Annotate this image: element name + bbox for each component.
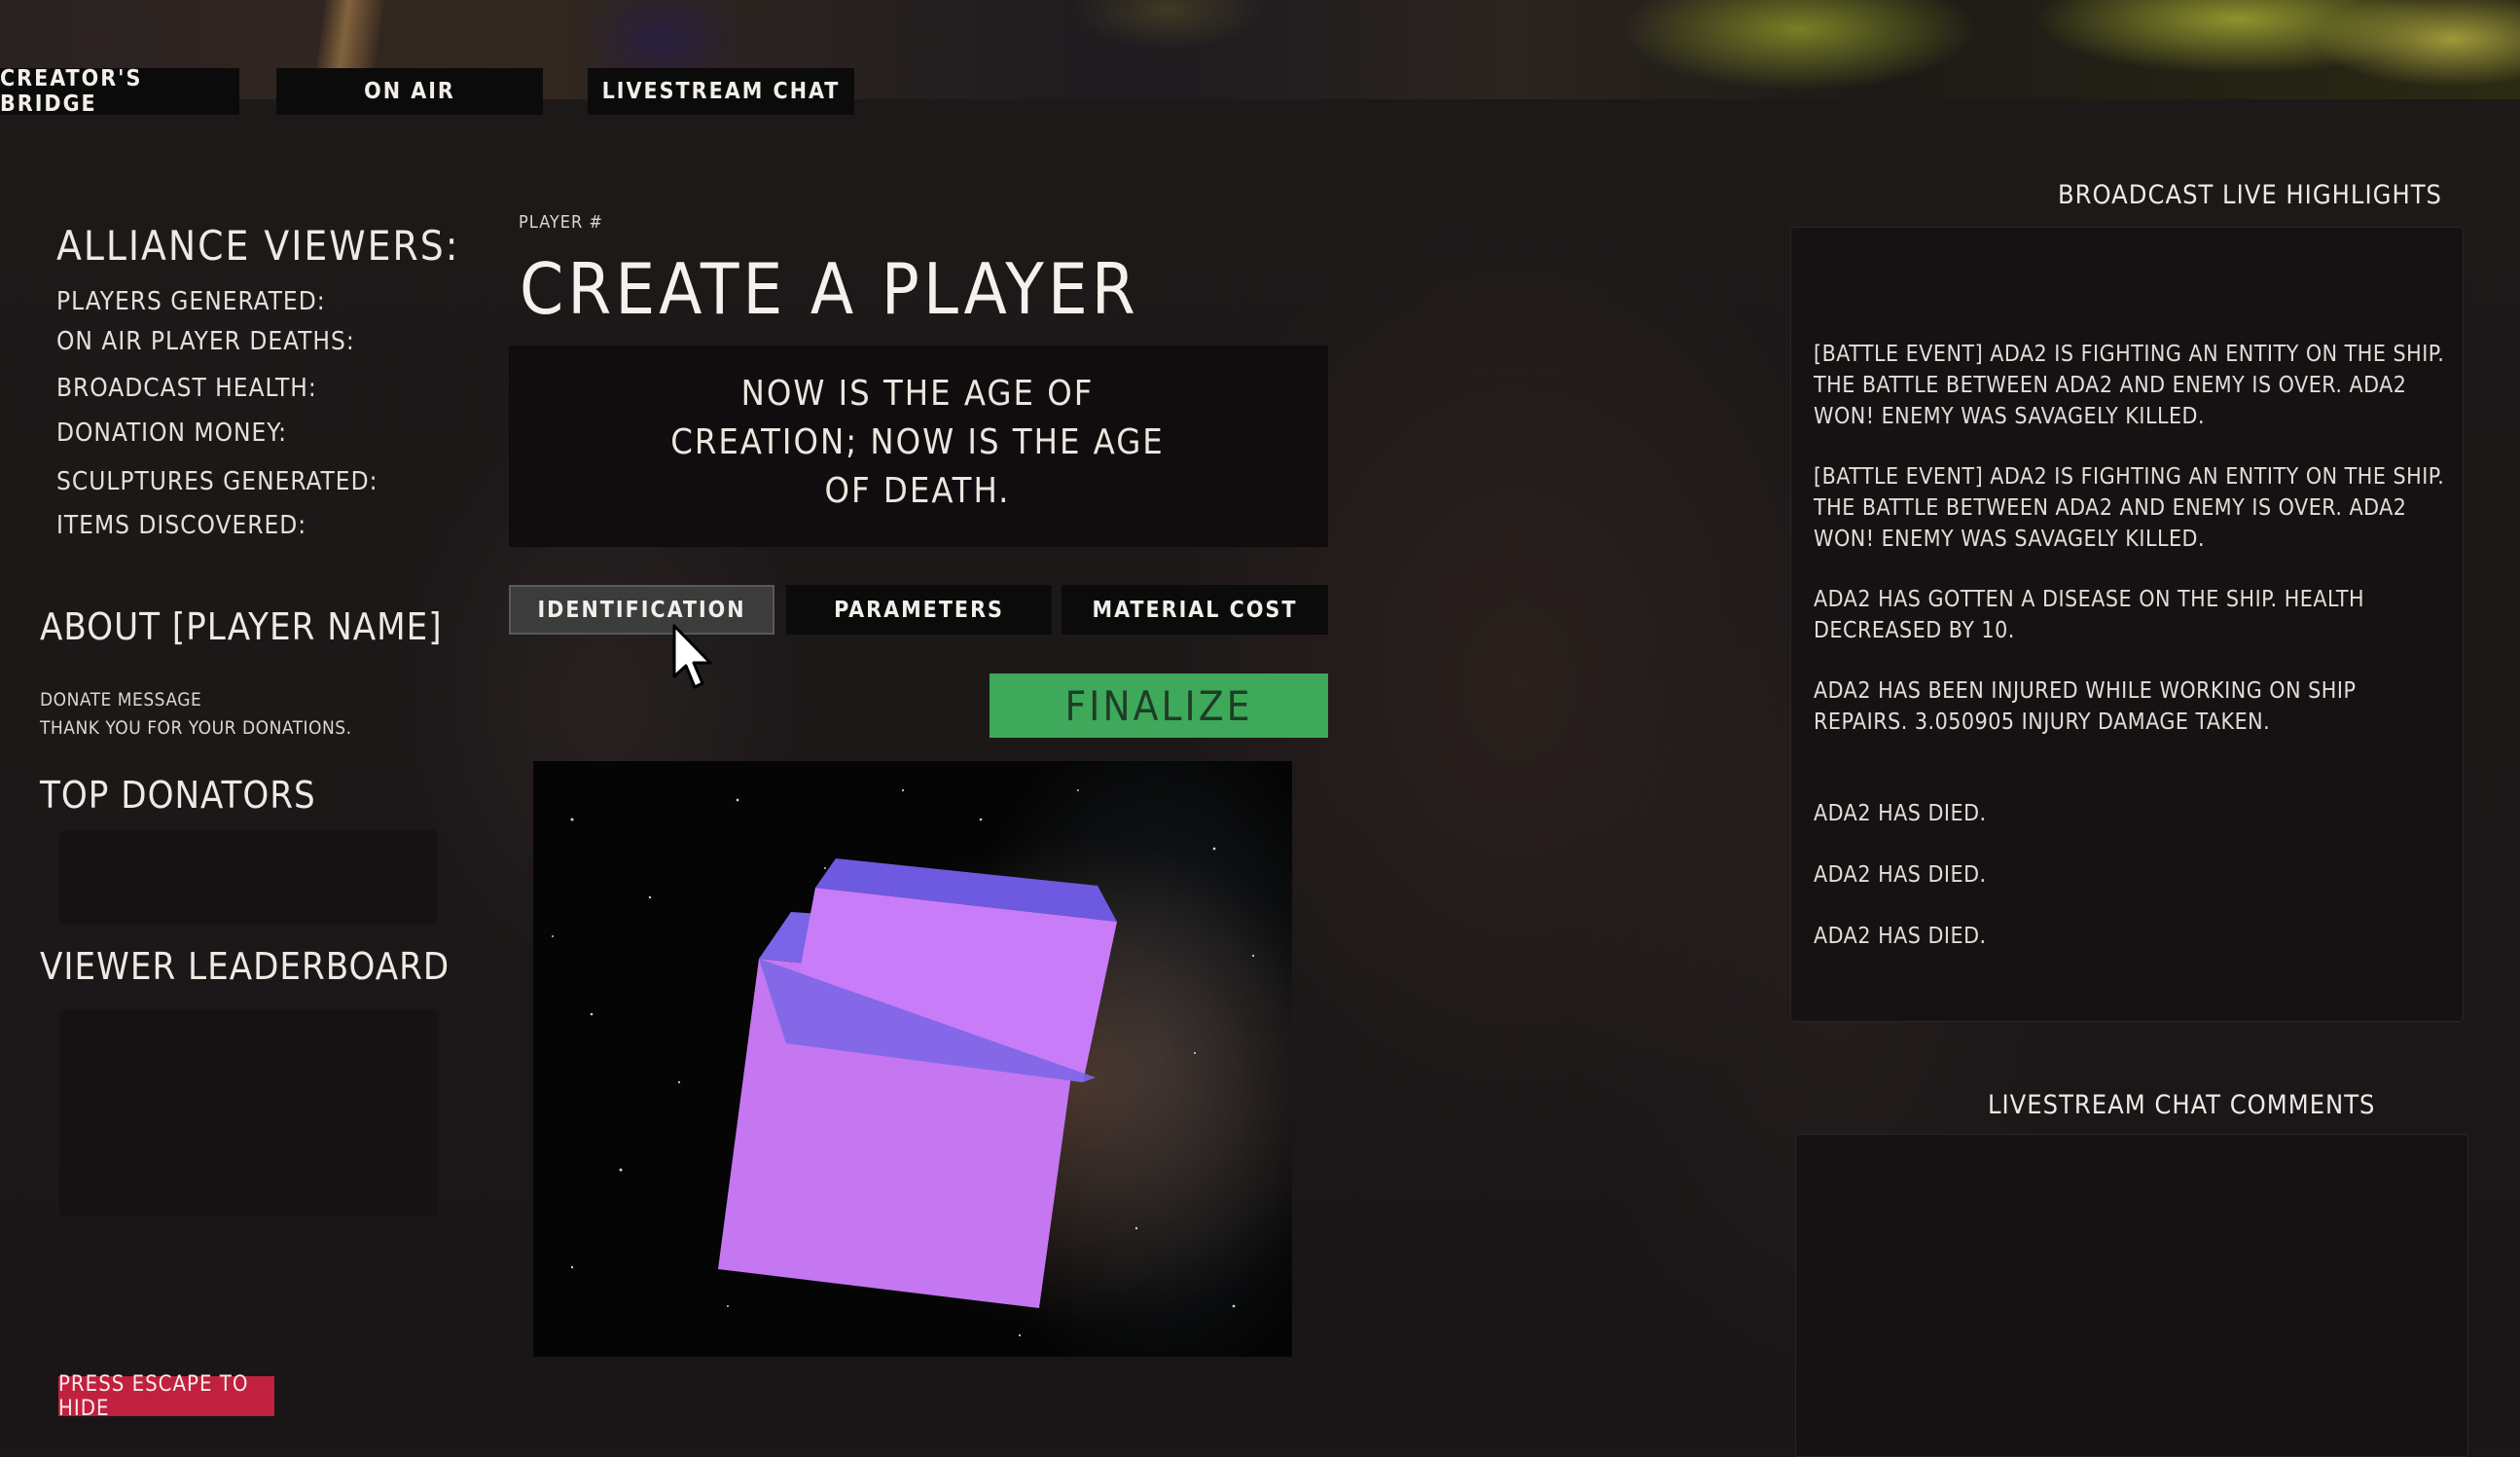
stat-sculptures-generated: SCULPTURES GENERATED: — [56, 467, 378, 496]
sculpture-cubes — [552, 788, 1255, 1337]
highlight-entry: ADA2 HAS GOTTEN A DISEASE ON THE SHIP. H… — [1814, 587, 2365, 643]
top-donators-title: TOP DONATORS — [40, 774, 316, 817]
stat-players-generated: PLAYERS GENERATED: — [56, 287, 326, 316]
highlights-panel[interactable]: [BATTLE EVENT] ADA2 IS FIGHTING AN ENTIT… — [1790, 227, 2464, 1022]
quote-text: NOW IS THE AGE OF CREATION; NOW IS THE A… — [670, 374, 1165, 511]
page-title: CREATE A PLAYER — [520, 248, 1139, 330]
highlight-entry: ADA2 HAS DIED. — [1814, 801, 1987, 826]
viewer-leaderboard-title: VIEWER LEADERBOARD — [40, 945, 450, 988]
tab-material-cost[interactable]: MATERIAL COST — [1062, 585, 1328, 635]
highlight-entry: ADA2 HAS BEEN INJURED WHILE WORKING ON S… — [1814, 678, 2357, 735]
highlight-entry: [BATTLE EVENT] ADA2 IS FIGHTING AN ENTIT… — [1814, 342, 2445, 429]
nav-tab-livestream-chat[interactable]: LIVESTREAM CHAT — [588, 68, 854, 115]
highlight-entry: [BATTLE EVENT] ADA2 IS FIGHTING AN ENTIT… — [1814, 464, 2445, 552]
about-player-title: ABOUT [PLAYER NAME] — [40, 605, 443, 648]
alliance-viewers-title: ALLIANCE VIEWERS: — [56, 222, 460, 270]
quote-panel: NOW IS THE AGE OF CREATION; NOW IS THE A… — [509, 346, 1328, 547]
tree-trunk — [316, 0, 384, 68]
nav-tab-creators-bridge[interactable]: CREATOR'S BRIDGE — [0, 66, 239, 117]
highlight-entry: ADA2 HAS DIED. — [1814, 862, 1987, 888]
stat-donation-money: DONATION MONEY: — [56, 419, 287, 448]
stat-broadcast-health: BROADCAST HEALTH: — [56, 374, 317, 403]
tab-identification[interactable]: IDENTIFICATION — [509, 585, 774, 635]
top-donators-list — [59, 830, 438, 925]
stat-items-discovered: ITEMS DISCOVERED: — [56, 511, 307, 540]
highlight-entry: ADA2 HAS DIED. — [1814, 924, 1987, 949]
tab-parameters[interactable]: PARAMETERS — [786, 585, 1052, 635]
finalize-button[interactable]: FINALIZE — [990, 674, 1328, 738]
mouse-cursor-icon — [672, 624, 712, 689]
viewer-leaderboard-list — [59, 1009, 438, 1217]
thank-you-message: THANK YOU FOR YOUR DONATIONS. — [40, 717, 352, 739]
player-preview-viewport[interactable] — [533, 761, 1292, 1357]
donate-message: DONATE MESSAGE — [40, 689, 202, 710]
chat-comments-panel[interactable] — [1795, 1134, 2468, 1457]
player-number-label: PLAYER # — [519, 212, 603, 233]
nav-tab-on-air[interactable]: ON AIR — [276, 68, 543, 115]
highlights-title: BROADCAST LIVE HIGHLIGHTS — [2058, 180, 2442, 210]
stat-on-air-player-deaths: ON AIR PLAYER DEATHS: — [56, 327, 355, 356]
chat-comments-title: LIVESTREAM CHAT COMMENTS — [1988, 1090, 2376, 1120]
press-escape-button[interactable]: PRESS ESCAPE TO HIDE — [58, 1372, 274, 1421]
